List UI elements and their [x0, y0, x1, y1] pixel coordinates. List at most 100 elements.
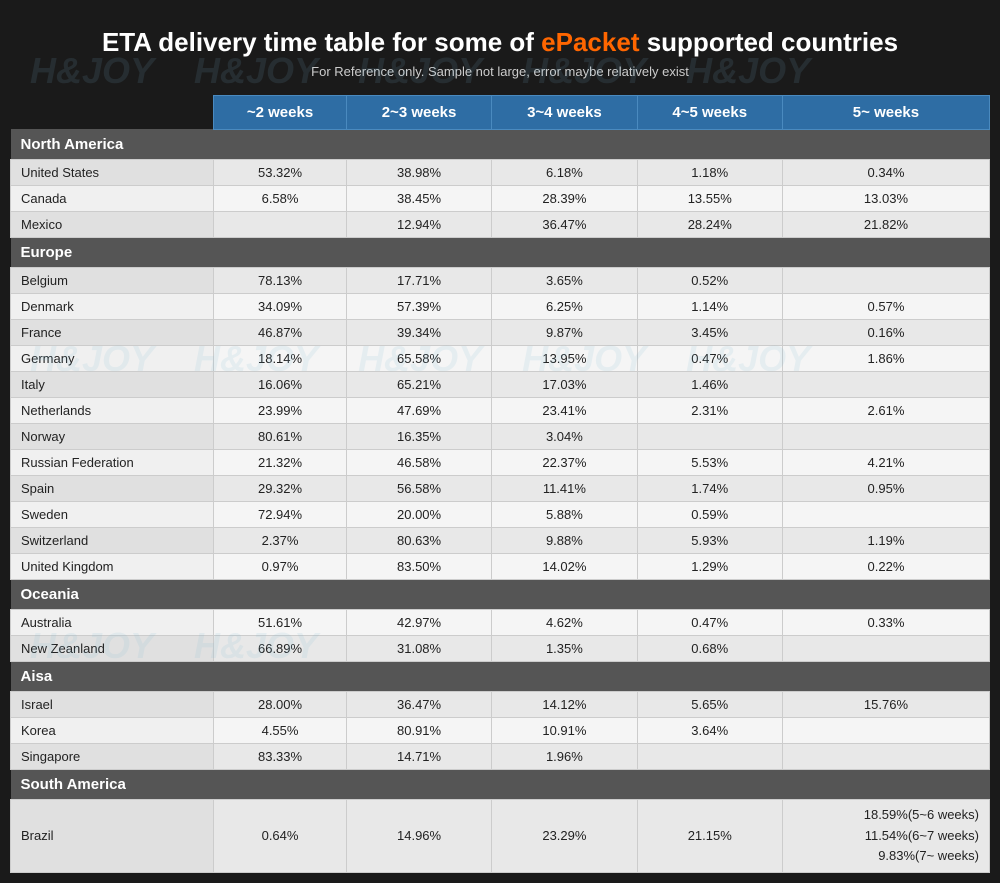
data-cell: 6.58% [214, 185, 347, 211]
data-cell: 28.00% [214, 691, 347, 717]
data-cell: 10.91% [492, 717, 637, 743]
data-cell [782, 743, 989, 769]
data-cell: 42.97% [346, 609, 491, 635]
data-cell [782, 635, 989, 661]
col-header-country [11, 95, 214, 129]
data-cell: 65.21% [346, 371, 491, 397]
section-label: Europe [11, 237, 990, 267]
page-title: ETA delivery time table for some of ePac… [20, 26, 980, 60]
data-cell: 13.95% [492, 345, 637, 371]
country-cell: Brazil [11, 799, 214, 872]
data-cell: 28.24% [637, 211, 782, 237]
data-cell: 5.65% [637, 691, 782, 717]
table-row: Spain29.32%56.58%11.41%1.74%0.95% [11, 475, 990, 501]
data-cell: 0.47% [637, 345, 782, 371]
data-cell: 46.58% [346, 449, 491, 475]
data-cell: 9.88% [492, 527, 637, 553]
data-cell: 39.34% [346, 319, 491, 345]
data-cell: 18.14% [214, 345, 347, 371]
data-cell: 34.09% [214, 293, 347, 319]
data-cell: 56.58% [346, 475, 491, 501]
data-cell: 13.55% [637, 185, 782, 211]
table-row: Belgium78.13%17.71%3.65%0.52% [11, 267, 990, 293]
main-container: H&JOY H&JOY H&JOY H&JOY H&JOY H&JOY H&JO… [10, 10, 990, 873]
data-cell: 31.08% [346, 635, 491, 661]
data-cell: 2.31% [637, 397, 782, 423]
data-cell: 1.74% [637, 475, 782, 501]
data-cell: 21.32% [214, 449, 347, 475]
col-header-w34: 3~4 weeks [492, 95, 637, 129]
title-suffix: supported countries [639, 27, 898, 57]
country-cell: Switzerland [11, 527, 214, 553]
table-row: Canada6.58%38.45%28.39%13.55%13.03% [11, 185, 990, 211]
data-cell: 4.55% [214, 717, 347, 743]
data-cell: 28.39% [492, 185, 637, 211]
data-cell: 5.93% [637, 527, 782, 553]
section-label: South America [11, 769, 990, 799]
data-cell: 18.59%(5~6 weeks)11.54%(6~7 weeks)9.83%(… [782, 799, 989, 872]
country-cell: Sweden [11, 501, 214, 527]
data-cell: 78.13% [214, 267, 347, 293]
data-cell: 36.47% [346, 691, 491, 717]
data-cell: 5.53% [637, 449, 782, 475]
table-row: Korea4.55%80.91%10.91%3.64% [11, 717, 990, 743]
data-cell: 6.18% [492, 159, 637, 185]
table-row: Switzerland2.37%80.63%9.88%5.93%1.19% [11, 527, 990, 553]
data-cell: 53.32% [214, 159, 347, 185]
data-cell: 3.45% [637, 319, 782, 345]
data-cell: 17.03% [492, 371, 637, 397]
country-cell: Italy [11, 371, 214, 397]
data-cell: 0.68% [637, 635, 782, 661]
section-label: North America [11, 129, 990, 159]
eta-table: ~2 weeks 2~3 weeks 3~4 weeks 4~5 weeks 5… [10, 95, 990, 873]
data-cell: 51.61% [214, 609, 347, 635]
data-cell: 12.94% [346, 211, 491, 237]
data-cell: 0.52% [637, 267, 782, 293]
title-prefix: ETA delivery time table for some of [102, 27, 541, 57]
country-cell: Netherlands [11, 397, 214, 423]
data-cell: 2.61% [782, 397, 989, 423]
data-cell: 72.94% [214, 501, 347, 527]
data-cell [214, 211, 347, 237]
data-cell: 29.32% [214, 475, 347, 501]
data-cell: 14.71% [346, 743, 491, 769]
data-cell: 3.65% [492, 267, 637, 293]
country-cell: United Kingdom [11, 553, 214, 579]
country-cell: France [11, 319, 214, 345]
data-cell [782, 423, 989, 449]
data-cell: 20.00% [346, 501, 491, 527]
data-cell: 0.59% [637, 501, 782, 527]
table-row: France46.87%39.34%9.87%3.45%0.16% [11, 319, 990, 345]
country-cell: Russian Federation [11, 449, 214, 475]
table-row: Norway80.61%16.35%3.04% [11, 423, 990, 449]
data-cell: 0.57% [782, 293, 989, 319]
data-cell: 0.16% [782, 319, 989, 345]
data-cell: 1.14% [637, 293, 782, 319]
data-cell: 0.47% [637, 609, 782, 635]
data-cell: 21.82% [782, 211, 989, 237]
data-cell: 22.37% [492, 449, 637, 475]
data-cell: 16.06% [214, 371, 347, 397]
section-label: Oceania [11, 579, 990, 609]
data-cell: 57.39% [346, 293, 491, 319]
data-cell: 4.62% [492, 609, 637, 635]
data-cell: 0.22% [782, 553, 989, 579]
data-cell: 6.25% [492, 293, 637, 319]
table-row: United States53.32%38.98%6.18%1.18%0.34% [11, 159, 990, 185]
data-cell: 83.33% [214, 743, 347, 769]
data-cell: 2.37% [214, 527, 347, 553]
country-cell: Denmark [11, 293, 214, 319]
data-cell: 1.86% [782, 345, 989, 371]
data-cell: 0.33% [782, 609, 989, 635]
table-row: Germany18.14%65.58%13.95%0.47%1.86% [11, 345, 990, 371]
col-header-w45: 4~5 weeks [637, 95, 782, 129]
data-cell: 16.35% [346, 423, 491, 449]
data-cell: 11.41% [492, 475, 637, 501]
data-cell: 1.29% [637, 553, 782, 579]
data-cell: 9.87% [492, 319, 637, 345]
table-row: Australia51.61%42.97%4.62%0.47%0.33% [11, 609, 990, 635]
data-cell: 83.50% [346, 553, 491, 579]
section-label: Aisa [11, 661, 990, 691]
data-cell: 13.03% [782, 185, 989, 211]
country-cell: Singapore [11, 743, 214, 769]
